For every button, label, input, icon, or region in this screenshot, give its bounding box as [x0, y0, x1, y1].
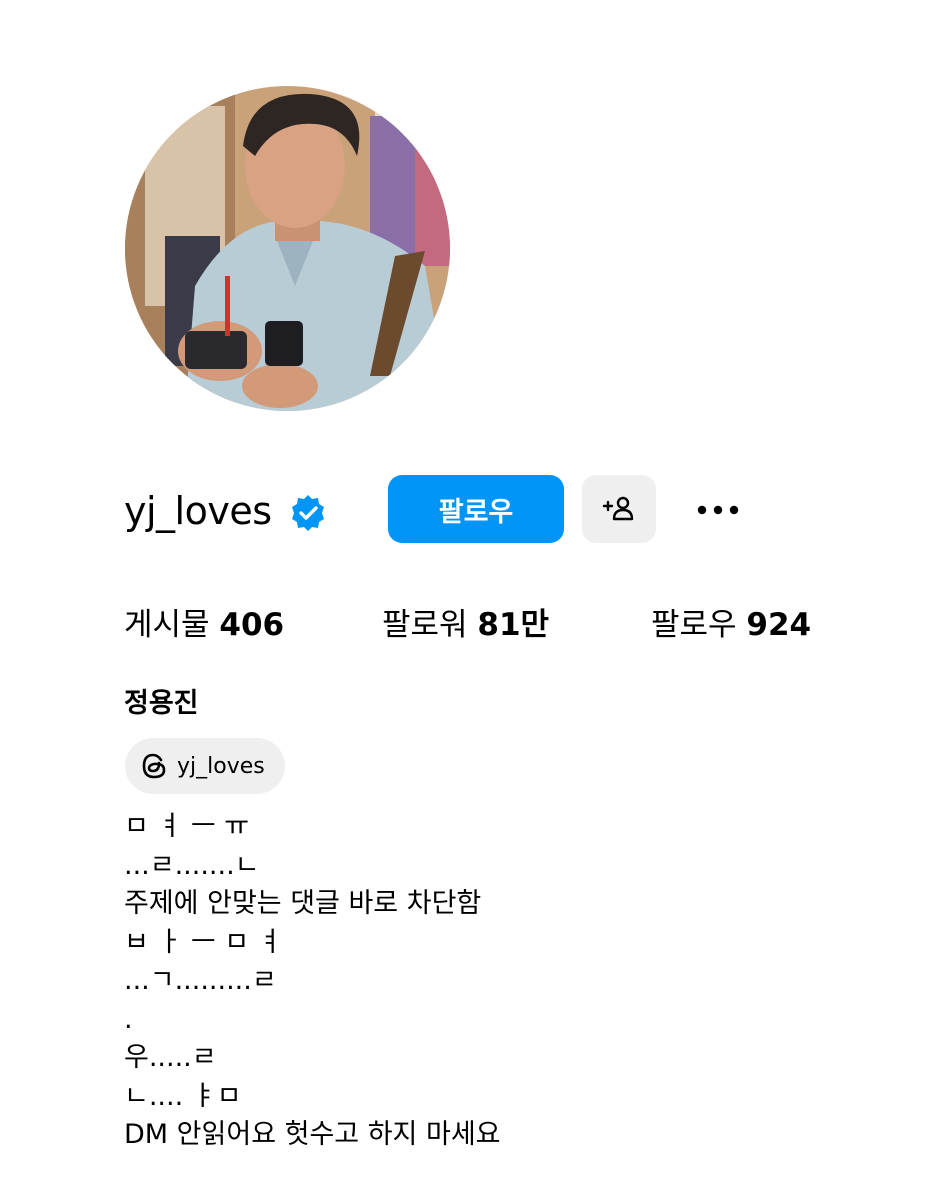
bio-line: ㅂ ㅏ ㅡ ㅁ ㅕ: [124, 926, 283, 958]
following-count[interactable]: 팔로우 924: [651, 600, 811, 650]
bio-line: ㅁ ㅕ ㅡ ㅠ: [124, 811, 250, 842]
bio-line: .: [124, 1003, 133, 1035]
bio-line: ㄴ.... ㅑㅁ: [124, 1080, 242, 1112]
profile-avatar[interactable]: [125, 86, 450, 411]
posts-value: 406: [219, 607, 285, 643]
threads-link[interactable]: yj_loves: [125, 738, 285, 794]
avatar-photo: [125, 86, 450, 411]
bio-line: DM 안읽어요 헛수고 하지 마세요: [124, 1119, 501, 1150]
username: yj_loves: [124, 489, 272, 533]
posts-count: 게시물 406: [124, 600, 284, 650]
full-name: 정용진: [124, 688, 199, 719]
followers-count[interactable]: 팔로워 81만: [382, 600, 549, 650]
bio-line: ...ㄹ.......ㄴ: [124, 849, 260, 881]
threads-label: yj_loves: [177, 753, 265, 779]
bio-line: 우.....ㄹ: [124, 1042, 217, 1073]
posts-label: 게시물: [124, 607, 210, 643]
suggested-accounts-button[interactable]: [582, 475, 656, 543]
following-label: 팔로우: [651, 607, 737, 643]
followers-label: 팔로워: [382, 607, 468, 643]
verified-badge-icon: [288, 493, 328, 533]
add-person-icon: [602, 496, 634, 521]
more-options-icon: [697, 505, 739, 515]
follow-button[interactable]: 팔로우: [388, 475, 564, 543]
following-value: 924: [746, 607, 812, 643]
bio: ㅁ ㅕ ㅡ ㅠ ...ㄹ.......ㄴ 주제에 안맞는 댓글 바로 차단함 ㅂ…: [124, 808, 904, 1155]
threads-icon: [142, 753, 166, 779]
more-options-button[interactable]: [692, 490, 744, 530]
bio-line: 주제에 안맞는 댓글 바로 차단함: [124, 888, 482, 919]
bio-line: ...ㄱ.........ㄹ: [124, 965, 277, 996]
followers-value: 81만: [477, 607, 550, 643]
